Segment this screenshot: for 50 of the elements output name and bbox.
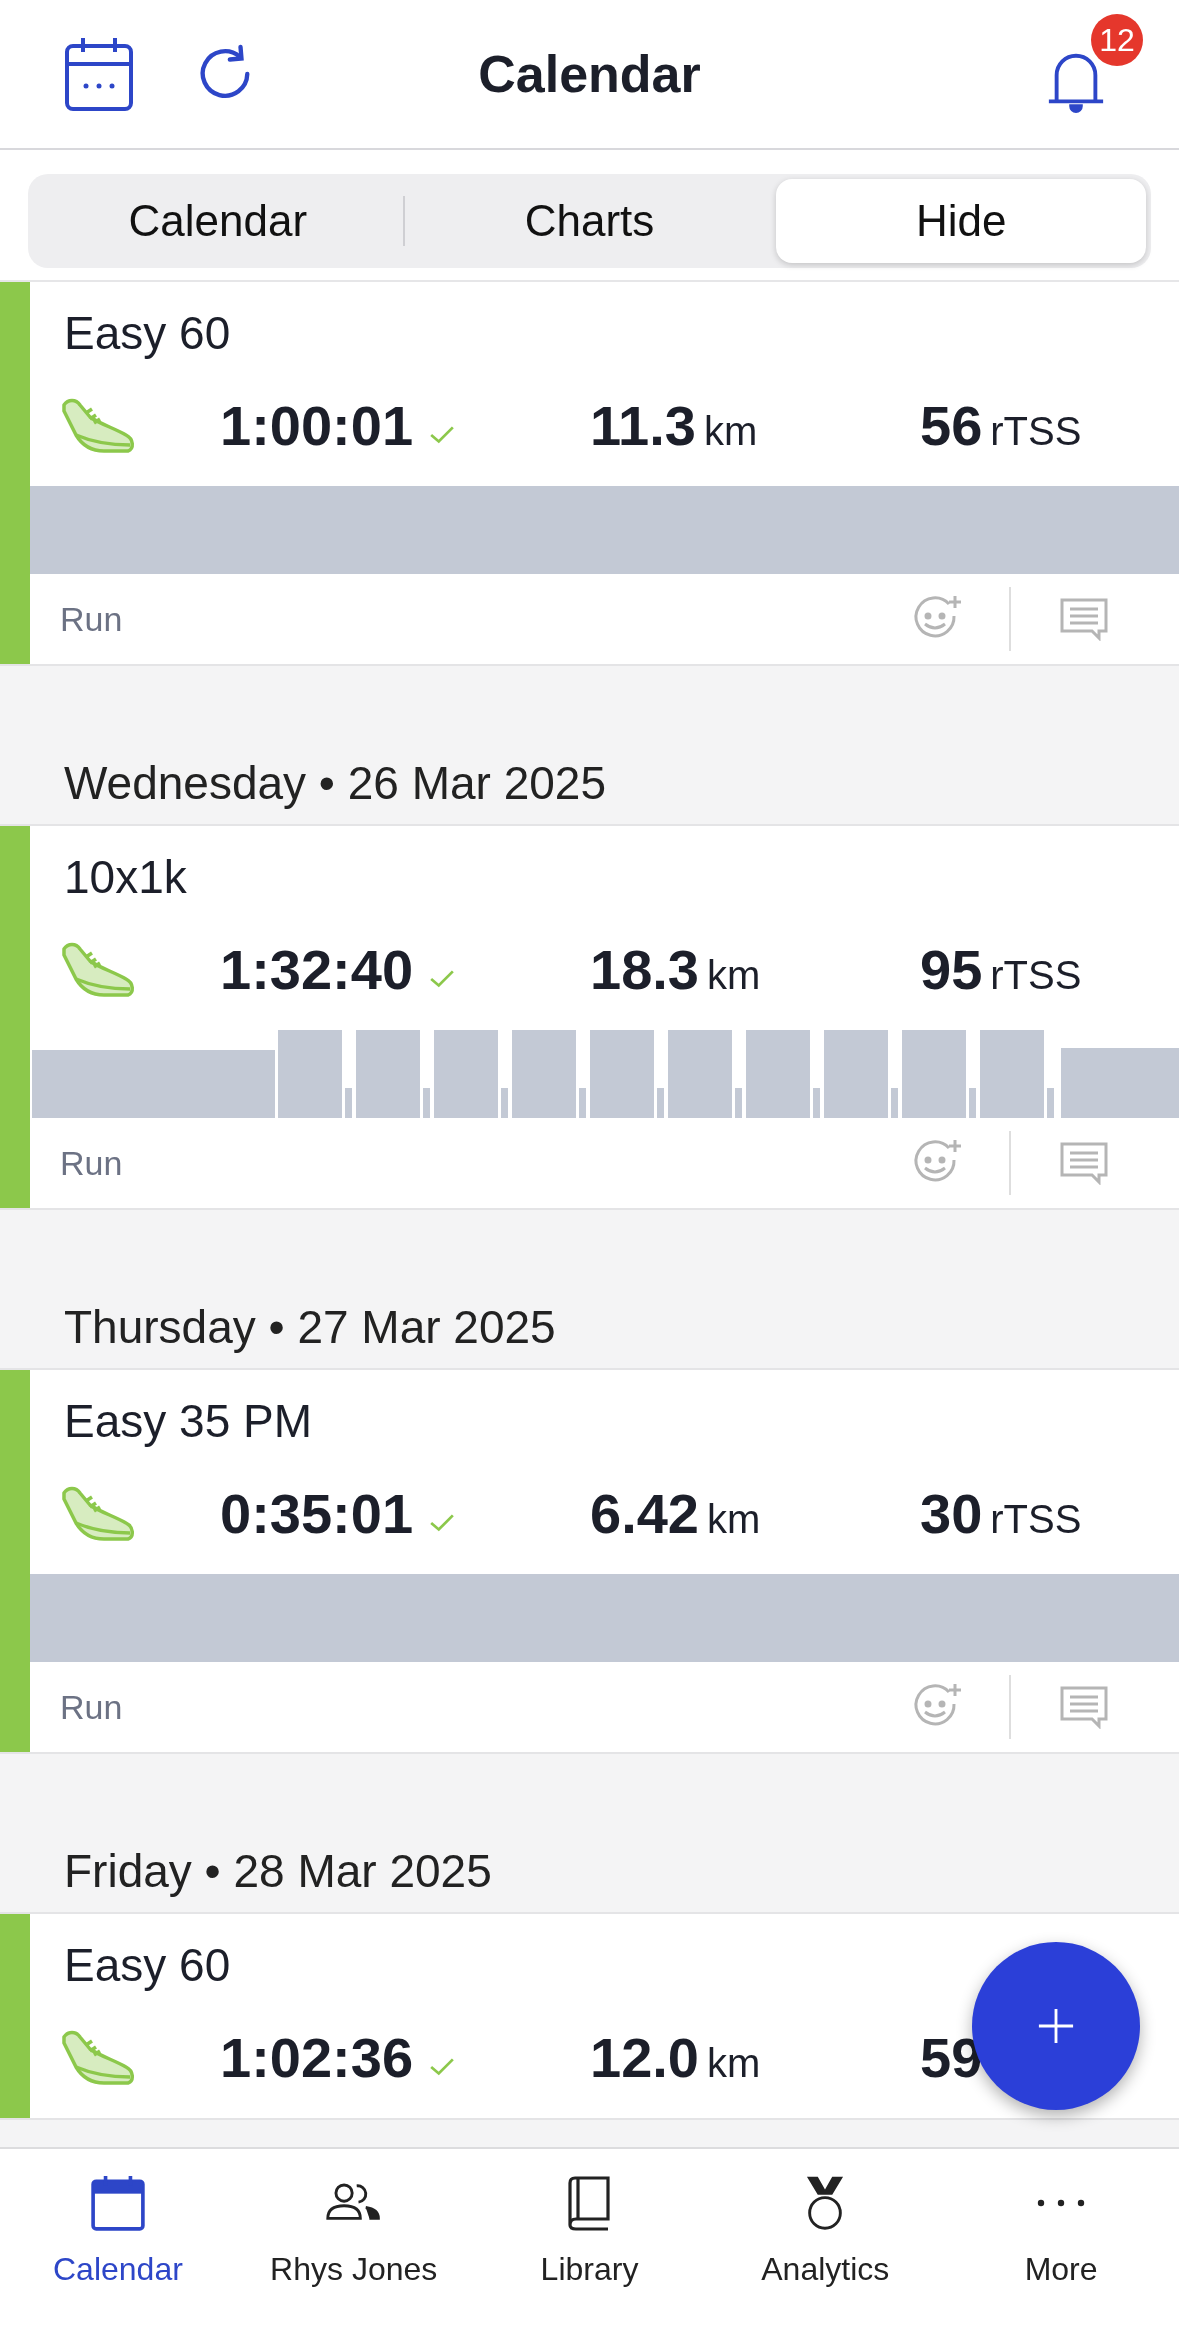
load-value: 59 <box>920 2024 983 2090</box>
workout-card[interactable]: Easy 60 1:02:36 12.0 km 59 <box>0 1914 1179 2120</box>
workout-card[interactable]: Easy 60 1:00:01 11.3 km 56 rTSS Run <box>0 282 1179 666</box>
distance-value: 6.42 <box>590 1480 699 1546</box>
date-heading: Friday • 28 Mar 2025 <box>64 1844 492 1898</box>
nav-tab[interactable]: Analytics <box>707 2175 944 2288</box>
workout-card[interactable]: 10x1k 1:32:40 18.3 km 95 rTSS Run <box>0 826 1179 1210</box>
distance-unit: km <box>707 952 761 998</box>
date-heading: Wednesday • 26 Mar 2025 <box>64 756 607 810</box>
load-value: 30 <box>920 1480 983 1546</box>
distance-value: 11.3 <box>590 392 696 458</box>
calendar-icon[interactable] <box>64 36 134 112</box>
segment-tab[interactable]: Calendar <box>33 179 403 263</box>
distance-unit: km <box>707 2040 761 2086</box>
load-value: 56 <box>920 392 983 458</box>
date-heading: Thursday • 27 Mar 2025 <box>64 1300 556 1354</box>
sport-label: Run <box>60 599 123 639</box>
page-title: Calendar <box>478 44 701 104</box>
workout-title: 10x1k <box>64 850 187 905</box>
load-unit: rTSS <box>990 1496 1082 1542</box>
segment-tab[interactable]: Charts <box>404 179 775 263</box>
workout-title: Easy 60 <box>64 1938 231 1993</box>
workout-card[interactable]: Easy 35 PM 0:35:01 6.42 km 30 rTSS Run <box>0 1370 1179 1754</box>
load-unit: rTSS <box>990 408 1082 454</box>
distance-value: 12.0 <box>590 2024 699 2090</box>
workout-title: Easy 35 PM <box>64 1394 312 1449</box>
sport-label: Run <box>60 1143 123 1183</box>
distance-unit: km <box>703 408 758 454</box>
duration-value: 1:32:40 <box>220 936 414 1002</box>
notification-badge: 12 <box>1091 14 1143 66</box>
sport-label: Run <box>60 1687 123 1727</box>
nav-tab[interactable]: Calendar <box>0 2175 236 2288</box>
load-unit: rTSS <box>990 952 1082 998</box>
load-value: 95 <box>920 936 983 1002</box>
distance-unit: km <box>707 1496 761 1542</box>
segment-tab[interactable]: Hide <box>776 179 1146 263</box>
duration-value: 1:00:01 <box>220 392 414 458</box>
nav-tab[interactable]: Library <box>471 2175 708 2288</box>
nav-tab[interactable]: More <box>943 2175 1179 2288</box>
plus-icon <box>1037 2007 1075 2045</box>
comment-icon[interactable] <box>1059 1685 1109 1729</box>
calendar-icon <box>89 2175 146 2231</box>
duration-value: 1:02:36 <box>220 2024 414 2090</box>
distance-value: 18.3 <box>590 936 699 1002</box>
workout-title: Easy 60 <box>64 306 231 361</box>
comment-icon[interactable] <box>1059 597 1109 641</box>
nav-tab[interactable]: Rhys Jones <box>235 2175 472 2288</box>
more-icon <box>1036 2199 1087 2207</box>
comment-icon[interactable] <box>1059 1141 1109 1185</box>
duration-value: 0:35:01 <box>220 1480 414 1546</box>
